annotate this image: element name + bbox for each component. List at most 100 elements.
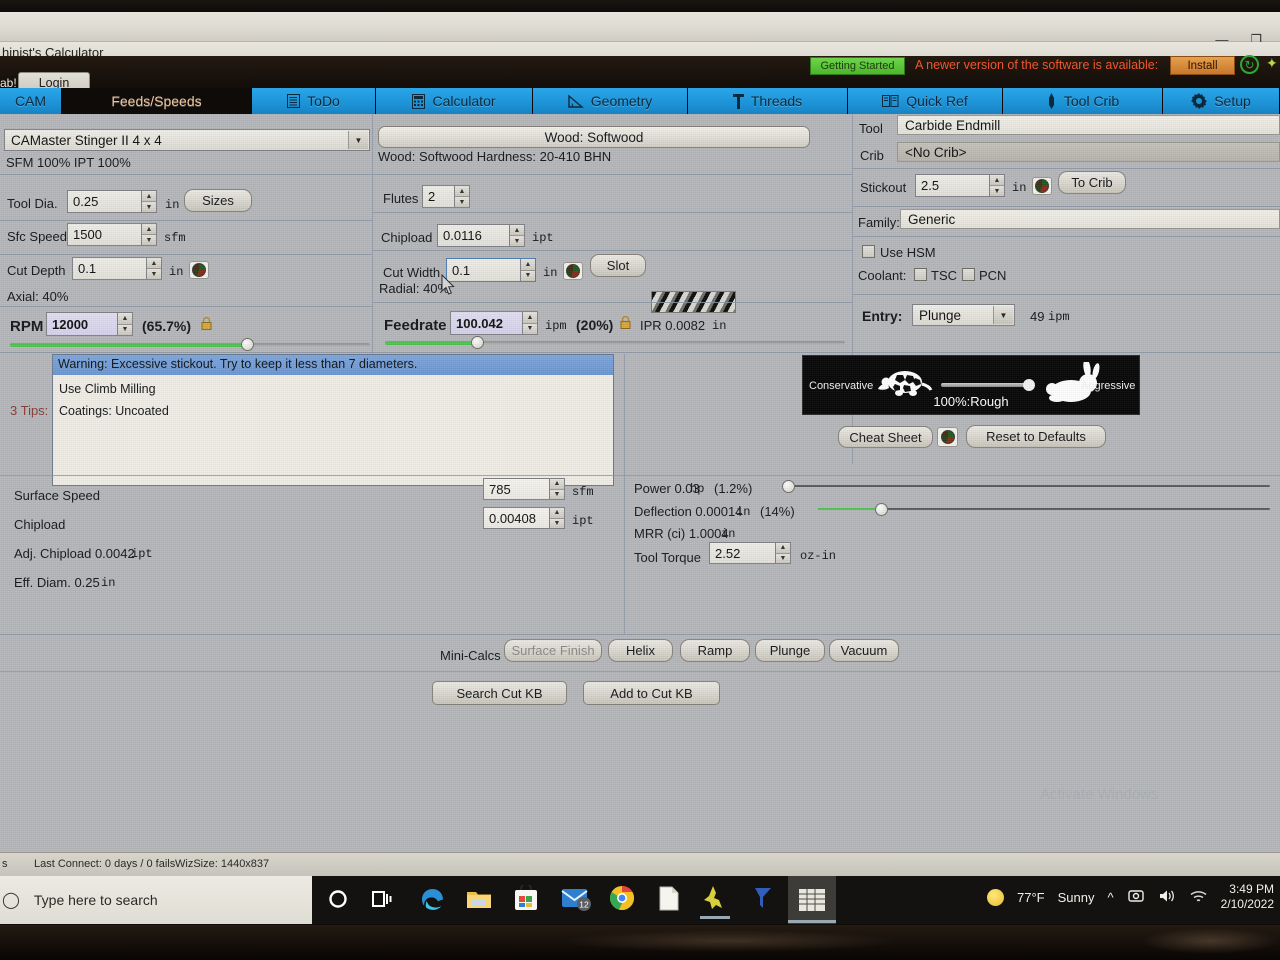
tool-torque-stepper[interactable]: ▲ ▼ <box>775 543 790 563</box>
tab-tool-crib-label: Tool Crib <box>1063 93 1120 109</box>
refresh-icon[interactable]: ↻ <box>1240 55 1259 74</box>
slot-button[interactable]: Slot <box>590 254 646 277</box>
search-cut-kb-button[interactable]: Search Cut KB <box>432 681 567 705</box>
minicalc-plunge-button[interactable]: Plunge <box>755 639 825 662</box>
tab-quick-ref[interactable]: Quick Ref <box>848 88 1003 114</box>
cut-depth-stepper[interactable]: ▲ ▼ <box>146 258 161 279</box>
edge-icon[interactable] <box>418 884 448 914</box>
feedrate-input[interactable]: 100.042 ▲ ▼ <box>450 311 538 335</box>
divider-results <box>624 354 625 634</box>
feedrate-lock-icon[interactable] <box>620 316 631 329</box>
deflection-slider-knob[interactable] <box>875 503 889 516</box>
rpm-slider[interactable] <box>10 338 370 351</box>
feedrate-slider-knob[interactable] <box>471 336 484 349</box>
coolant-tsc-checkbox[interactable] <box>914 268 927 281</box>
entry-select[interactable]: Plunge ▼ <box>912 304 1015 326</box>
power-slider[interactable] <box>781 480 1270 493</box>
tab-todo[interactable]: ToDo <box>252 88 376 114</box>
rpm-input[interactable]: 12000 ▲ ▼ <box>46 312 133 336</box>
minicalc-ramp-button[interactable]: Ramp <box>680 639 750 662</box>
wifi-icon[interactable] <box>1189 888 1208 907</box>
store-icon[interactable] <box>512 884 540 912</box>
cut-depth-input[interactable]: 0.1 ▲ ▼ <box>72 257 162 280</box>
status-bar: s Last Connect: 0 days / 0 fails WizSize… <box>0 852 1280 876</box>
tab-geometry[interactable]: Geometry <box>533 88 688 114</box>
minicalc-vacuum-button[interactable]: Vacuum <box>829 639 899 662</box>
chipload-output[interactable]: 0.00408 ▲ ▼ <box>483 507 565 529</box>
flutes-stepper[interactable]: ▲ ▼ <box>454 186 469 207</box>
reset-defaults-button[interactable]: Reset to Defaults <box>966 425 1106 448</box>
coolant-pcn-checkbox[interactable] <box>962 268 975 281</box>
flag-app-icon[interactable] <box>750 884 776 912</box>
rpm-slider-knob[interactable] <box>240 338 254 351</box>
rpm-lock-icon[interactable] <box>201 317 212 330</box>
flutes-input[interactable]: 2 ▲ ▼ <box>422 185 470 208</box>
volume-icon[interactable] <box>1158 888 1176 907</box>
sizes-button[interactable]: Sizes <box>184 189 252 212</box>
minicalc-surface-finish-button[interactable]: Surface Finish <box>504 639 602 662</box>
stickout-globe-icon[interactable] <box>1032 177 1052 195</box>
tool-input[interactable]: Carbide Endmill <box>897 115 1280 135</box>
aggression-knob[interactable] <box>1023 379 1035 391</box>
cut-width-globe-icon[interactable] <box>563 262 583 280</box>
tool-value: Carbide Endmill <box>905 117 1001 133</box>
chevron-down-icon[interactable]: ▼ <box>348 131 368 149</box>
chipload-stepper[interactable]: ▲ ▼ <box>509 225 524 246</box>
cut-width-input[interactable]: 0.1 ▲ ▼ <box>446 258 536 282</box>
power-slider-knob[interactable] <box>781 480 795 493</box>
tool-torque-input[interactable]: 2.52 ▲ ▼ <box>709 542 791 564</box>
file-explorer-icon[interactable] <box>465 885 493 913</box>
sfc-speed-input[interactable]: 1500 ▲ ▼ <box>67 223 157 246</box>
feedrate-stepper[interactable]: ▲ ▼ <box>522 312 537 334</box>
aggression-panel[interactable]: Conservative Aggressive 100%:Rough <box>802 355 1140 415</box>
taskbar-search[interactable]: ◯ Type here to search <box>0 876 312 924</box>
getting-started-button[interactable]: Getting Started <box>810 57 905 75</box>
chrome-icon[interactable] <box>608 884 636 912</box>
tab-threads[interactable]: Threads <box>688 88 848 114</box>
use-hsm-checkbox[interactable] <box>862 245 875 258</box>
chipload-result-stepper[interactable]: ▲ ▼ <box>549 508 564 528</box>
crib-input[interactable]: <No Crib> <box>897 142 1280 162</box>
family-input[interactable]: Generic <box>900 209 1280 229</box>
to-crib-button[interactable]: To Crib <box>1058 171 1126 194</box>
feedrate-slider[interactable] <box>385 336 845 349</box>
tab-cam[interactable]: CAM <box>0 88 62 114</box>
cnc-app-icon[interactable] <box>700 882 730 914</box>
main-tabbar[interactable]: CAM Feeds/Speeds ToDo Calculator Geometr… <box>0 88 1280 114</box>
show-hidden-icons-chevron[interactable]: ^ <box>1108 890 1114 905</box>
misc-header-icon[interactable]: ✦ <box>1266 55 1278 72</box>
cheat-sheet-button[interactable]: Cheat Sheet <box>838 426 933 448</box>
tool-dia-input[interactable]: 0.25 ▲ ▼ <box>67 190 157 213</box>
rpm-stepper[interactable]: ▲ ▼ <box>117 313 132 335</box>
machinist-calc-app-icon[interactable] <box>788 876 836 924</box>
tool-dia-stepper[interactable]: ▲ ▼ <box>141 191 156 212</box>
stickout-stepper[interactable]: ▲ ▼ <box>989 175 1004 196</box>
weather-desc[interactable]: Sunny <box>1058 890 1095 905</box>
task-view-icon[interactable] <box>369 886 395 912</box>
tab-feeds-speeds[interactable]: Feeds/Speeds <box>62 88 252 114</box>
cut-width-stepper[interactable]: ▲ ▼ <box>520 259 535 281</box>
stickout-input[interactable]: 2.5 ▲ ▼ <box>915 174 1005 197</box>
taskbar-clock[interactable]: 3:49 PM 2/10/2022 <box>1221 882 1274 912</box>
document-icon[interactable] <box>656 884 682 912</box>
deflection-slider[interactable] <box>818 503 1270 516</box>
machine-select[interactable]: CAMaster Stinger II 4 x 4 ▼ <box>4 129 370 151</box>
cut-depth-globe-icon[interactable] <box>189 261 209 279</box>
chipload-input[interactable]: 0.0116 ▲ ▼ <box>437 224 525 247</box>
mail-icon[interactable]: 12 <box>560 884 594 914</box>
onedrive-icon[interactable] <box>1127 888 1145 907</box>
add-cut-kb-button[interactable]: Add to Cut KB <box>583 681 720 705</box>
tab-tool-crib[interactable]: Tool Crib <box>1003 88 1163 114</box>
surface-speed-stepper[interactable]: ▲ ▼ <box>549 479 564 499</box>
weather-temp[interactable]: 77°F <box>1017 890 1045 905</box>
minicalc-helix-button[interactable]: Helix <box>608 639 673 662</box>
chevron-down-icon[interactable]: ▼ <box>993 306 1013 324</box>
surface-speed-output[interactable]: 785 ▲ ▼ <box>483 478 565 500</box>
cortana-icon[interactable] <box>325 886 351 912</box>
sfc-speed-stepper[interactable]: ▲ ▼ <box>141 224 156 245</box>
cheat-sheet-globe-icon[interactable] <box>937 427 958 447</box>
material-bar[interactable]: Wood: Softwood <box>378 126 810 148</box>
tab-calculator[interactable]: Calculator <box>376 88 533 114</box>
install-button[interactable]: Install <box>1170 56 1235 75</box>
tab-setup[interactable]: Setup <box>1163 88 1280 114</box>
